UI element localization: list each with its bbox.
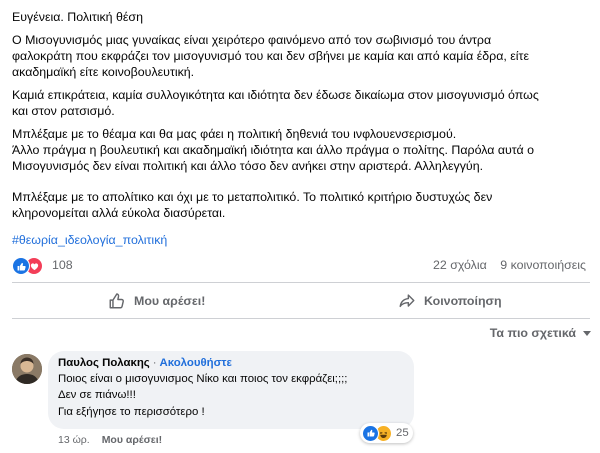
post-paragraph: Καμιά επικράτεια, καμία συλλογικότητα κα… — [12, 87, 539, 119]
post-line: φαλοκράτη που εκφράζει τον μισογυνισμό τ… — [12, 49, 529, 63]
reactions-bar: 108 22 σχόλια 9 κοινοποιήσεις — [12, 257, 592, 275]
post-paragraph: Ευγένεια. Πολιτική θέση — [12, 9, 143, 25]
comment-reactions[interactable]: 25 — [360, 423, 413, 443]
share-button[interactable]: Κοινοποίηση — [398, 289, 502, 313]
avatar[interactable] — [12, 354, 42, 384]
reaction-count[interactable]: 108 — [52, 258, 73, 272]
post-line: Μπλέξαμε με το απολίτικο και όχι με το μ… — [12, 190, 493, 204]
post-line: Ευγένεια. Πολιτική θέση — [12, 10, 143, 24]
comment-line: Για εξήγησε το περισσότερο ! — [58, 406, 205, 418]
like-icon[interactable] — [12, 257, 30, 275]
share-label: Κοινοποίηση — [424, 294, 502, 308]
post-line: Καμιά επικράτεια, καμία συλλογικότητα κα… — [12, 88, 539, 102]
post-paragraph: Μπλέξαμε με το θέαμα και θα μας φάει η π… — [12, 126, 534, 174]
hashtag-link[interactable]: #θεωρία_ιδεολογία_πολιτική — [12, 233, 167, 247]
comment-like-button[interactable]: Μου αρέσει! — [102, 434, 162, 446]
post-line: Άλλο πράγμα η βουλευτική και ακαδημαϊκή … — [12, 143, 535, 157]
comment-line: Ποιος είναι ο μισογυνισμος Νίκο και ποιο… — [58, 373, 348, 385]
sort-label: Τα πιο σχετικά — [489, 326, 576, 340]
post-line: κληρονομείται αλλά εύκολα διασύρεται. — [12, 206, 226, 220]
follow-button[interactable]: Ακολουθήστε — [160, 357, 232, 369]
like-icon — [362, 424, 379, 442]
comment-sort-dropdown[interactable]: Τα πιο σχετικά — [490, 326, 592, 340]
separator: · — [152, 357, 157, 369]
like-button[interactable]: Μου αρέσει! — [108, 289, 205, 313]
like-label: Μου αρέσει! — [134, 294, 206, 308]
post-line: Μισογυνισμός δεν είναι πολιτική και άλλο… — [12, 159, 484, 173]
divider — [12, 318, 590, 319]
comment-bubble: Παυλος Πολακης · Ακολουθήστε Ποιος είναι ο… — [48, 351, 414, 429]
comment-line: Δεν σε πιάνω!!! — [58, 389, 136, 401]
divider — [12, 282, 590, 283]
share-count[interactable]: 9 κοινοποιήσεις — [500, 258, 586, 272]
comment-count[interactable]: 22 σχόλια — [433, 258, 487, 272]
post-line: Μπλέξαμε με το θέαμα και θα μας φάει η π… — [12, 127, 457, 141]
post-line: Ο Μισογυνισμός μιας γυναίκας είναι χειρό… — [12, 33, 492, 47]
post-line: ακαδημαϊκή είτε κοινοβουλευτική. — [12, 65, 195, 79]
post-line: και στον ρατσισμό. — [12, 104, 115, 118]
comment-author-row: Παυλος Πολακης · Ακολουθήστε — [58, 357, 232, 369]
comment-meta: 13 ώρ. Μου αρέσει! — [58, 434, 162, 446]
comment-time[interactable]: 13 ώρ. — [58, 434, 90, 446]
post-paragraph: Μπλέξαμε με το απολίτικο και όχι με το μ… — [12, 189, 492, 221]
chevron-down-icon — [583, 331, 591, 336]
post-paragraph: Ο Μισογυνισμός μιας γυναίκας είναι χειρό… — [12, 32, 529, 80]
comment-reaction-count: 25 — [396, 427, 409, 439]
comment-author[interactable]: Παυλος Πολακης — [58, 357, 150, 369]
thumbs-up-icon — [109, 293, 124, 309]
post-stats: 22 σχόλια 9 κοινοποιήσεις — [423, 258, 586, 272]
share-icon — [399, 294, 415, 308]
